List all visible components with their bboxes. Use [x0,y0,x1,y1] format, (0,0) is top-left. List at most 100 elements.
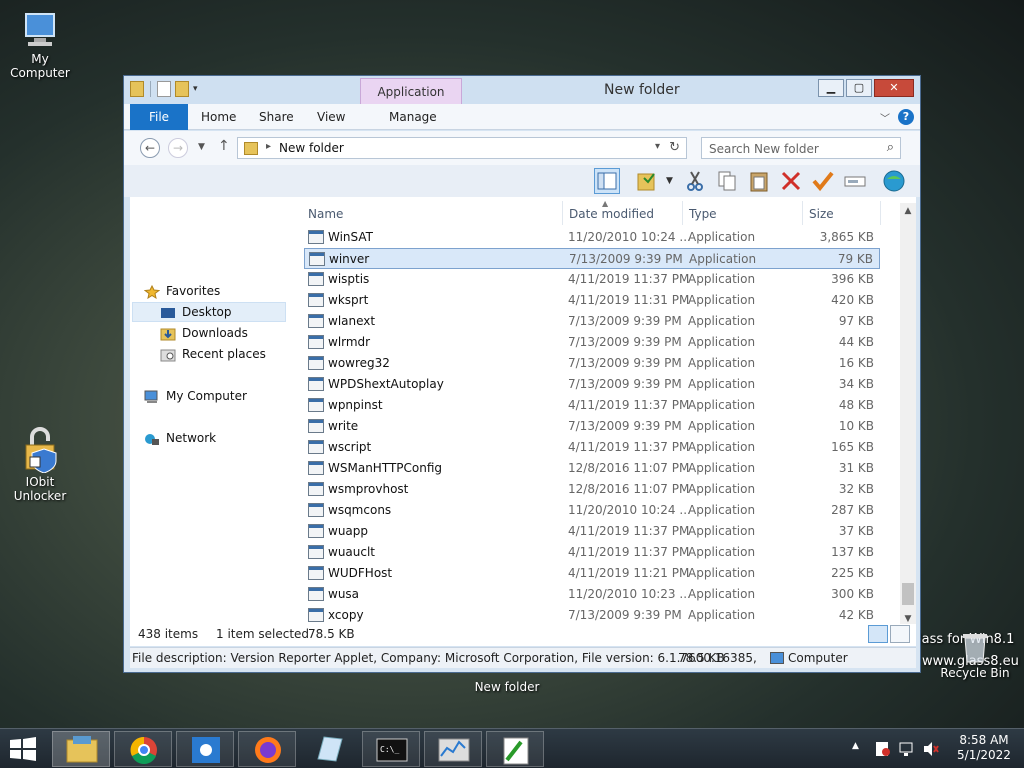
help-icon[interactable]: ? [898,109,914,125]
action-center-icon[interactable] [875,741,891,760]
folder-icon[interactable] [130,81,144,97]
table-row[interactable]: write 7/13/2009 9:39 PM Application 10 KB [304,416,880,437]
file-type: Application [688,503,756,517]
network-icon[interactable] [899,741,915,760]
nav-downloads[interactable]: Downloads [160,323,248,343]
column-divider[interactable] [682,201,683,225]
application-icon [308,587,324,601]
table-row[interactable]: wisptis 4/11/2019 11:37 PM Application 396 … [304,269,880,290]
taskbar-chrome[interactable] [114,731,172,767]
minimize-button[interactable]: ▁ [818,79,844,97]
checkmark-icon[interactable] [810,168,836,194]
column-header-date[interactable]: Date modified [569,203,654,225]
nav-label: Desktop [182,305,232,319]
table-row[interactable]: wscript 4/11/2019 11:37 PM Application 165 … [304,437,880,458]
tab-manage[interactable]: Manage [389,104,437,130]
large-icons-view-button[interactable] [890,625,910,643]
properties-icon[interactable] [157,81,171,97]
column-header-type[interactable]: Type [689,203,717,225]
recent-locations-icon[interactable]: ▼ [198,142,205,152]
preview-pane-button[interactable] [594,168,620,194]
column-header-name[interactable]: Name [308,203,343,225]
volume-muted-icon[interactable] [923,741,939,760]
taskbar-resource-monitor[interactable] [424,731,482,767]
paste-icon[interactable] [746,168,772,194]
taskbar-file-explorer[interactable] [52,731,110,767]
nav-network[interactable]: Network [144,428,216,448]
chevron-right-icon[interactable]: ▸ [266,141,271,152]
breadcrumb[interactable]: New folder [279,141,344,155]
title-bar[interactable]: ▾ Application Tools New folder ▁ ▢ ✕ [124,76,920,125]
refresh-icon[interactable]: ↻ [669,140,680,155]
table-row[interactable]: wsqmcons 11/20/2010 10:24 ... Application 2… [304,500,880,521]
application-icon [308,314,324,328]
table-row[interactable]: wksprt 4/11/2019 11:31 PM Application 420 K… [304,290,880,311]
taskbar-command-prompt[interactable]: C:\_ [362,731,420,767]
chevron-down-icon[interactable]: ▼ [666,176,673,186]
search-input[interactable]: Search New folder [709,142,819,156]
table-row[interactable]: wlanext 7/13/2009 9:39 PM Application 97 KB [304,311,880,332]
column-header-size[interactable]: Size [809,203,834,225]
folder-options-icon[interactable] [634,168,660,194]
file-name: wlanext [328,314,376,328]
tab-file[interactable]: File [130,104,188,130]
table-row[interactable]: WinSAT 11/20/2010 10:24 ... Application 3,8… [304,227,880,248]
desktop-icon-new-folder[interactable]: New folder [467,680,547,694]
tab-home[interactable]: Home [201,104,236,130]
taskbar-firefox[interactable] [238,731,296,767]
table-row[interactable]: wuapp 4/11/2019 11:37 PM Application 37 KB [304,521,880,542]
rename-icon[interactable] [842,168,868,194]
nav-favorites[interactable]: Favorites [143,281,220,301]
address-bar[interactable]: ▸ New folder ▾ ↻ [237,137,687,159]
chevron-down-icon[interactable]: ﹀ [880,110,890,125]
details-view-button[interactable] [868,625,888,643]
maximize-button[interactable]: ▢ [846,79,872,97]
tab-view[interactable]: View [317,104,345,130]
chevron-down-icon[interactable]: ▾ [655,141,660,152]
computer-icon [770,652,784,664]
desktop-icon-recycle-bin[interactable]: Recycle Bin [935,630,1015,680]
nav-recent-places[interactable]: Recent places [160,344,266,364]
scrollbar-thumb[interactable] [902,583,914,605]
table-row[interactable]: wsmprovhost 12/8/2016 11:07 PM Application… [304,479,880,500]
table-row[interactable]: WPDShextAutoplay 7/13/2009 9:39 PM Applica… [304,374,880,395]
table-row[interactable]: WSManHTTPConfig 12/8/2016 11:07 PM Applica… [304,458,880,479]
nav-my-computer[interactable]: My Computer [144,386,247,406]
taskbar-brightness[interactable] [176,731,234,767]
show-hidden-icons-icon[interactable]: ▲ [852,741,859,751]
table-row[interactable]: wuauclt 4/11/2019 11:37 PM Application 137 … [304,542,880,563]
column-divider[interactable] [562,201,563,225]
table-row[interactable]: WUDFHost 4/11/2019 11:21 PM Application 225… [304,563,880,584]
cut-icon[interactable] [682,168,708,194]
vertical-scrollbar[interactable]: ▲ ▼ [900,203,916,627]
new-folder-icon[interactable] [175,81,189,97]
search-icon[interactable]: ⌕ [887,140,894,155]
tab-share[interactable]: Share [259,104,294,130]
taskbar-notepad-plus[interactable] [486,731,544,767]
back-button[interactable]: ← [140,138,160,158]
desktop-icon-iobit-unlocker[interactable]: IObit Unlocker [0,425,80,503]
search-box[interactable]: Search New folder ⌕ [701,137,901,159]
file-size: 396 KB [831,272,874,286]
scroll-up-icon[interactable]: ▲ [900,203,916,219]
table-row[interactable]: wlrmdr 7/13/2009 9:39 PM Application 44 KB [304,332,880,353]
clock[interactable]: 8:58 AM 5/1/2022 [950,733,1018,763]
taskbar-app-5[interactable] [300,731,358,767]
table-row[interactable]: wusa 11/20/2010 10:23 ... Application 300 K… [304,584,880,605]
nav-desktop[interactable]: Desktop [160,302,232,322]
table-row[interactable]: winver 7/13/2009 9:39 PM Application 79 KB [304,248,880,269]
delete-icon[interactable] [778,168,804,194]
forward-button[interactable]: → [168,138,188,158]
column-divider[interactable] [880,201,881,225]
start-button[interactable] [8,737,38,761]
desktop-icon-my-computer[interactable]: My Computer [0,10,80,80]
table-row[interactable]: wowreg32 7/13/2009 9:39 PM Application 16 K… [304,353,880,374]
globe-icon[interactable] [881,168,907,194]
customize-qat-icon[interactable]: ▾ [193,81,198,97]
table-row[interactable]: xcopy 7/13/2009 9:39 PM Application 42 KB [304,605,880,626]
column-divider[interactable] [802,201,803,225]
up-arrow-icon[interactable]: ↑ [218,138,230,154]
close-button[interactable]: ✕ [874,79,914,97]
table-row[interactable]: wpnpinst 4/11/2019 11:37 PM Application 48 … [304,395,880,416]
copy-icon[interactable] [714,168,740,194]
